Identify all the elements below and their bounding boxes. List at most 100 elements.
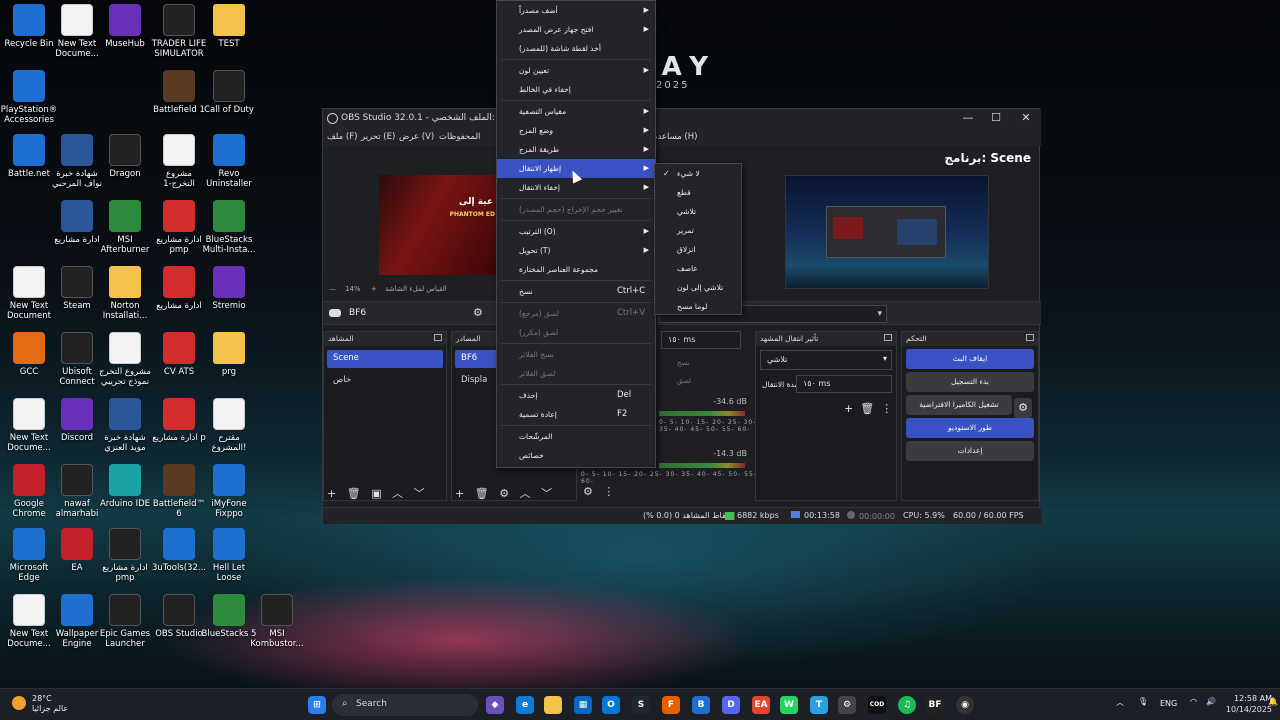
desktop-icon[interactable]: Call of Duty [200, 70, 258, 115]
menu-file[interactable]: ملف (F) [327, 132, 357, 142]
menu-edit[interactable]: تحرير (E) [361, 132, 395, 142]
virtual-camera-button[interactable]: تشغيل الكاميرا الافتراضية [906, 395, 1012, 415]
desktop-icon[interactable]: prg [200, 332, 258, 377]
notification-bell-icon[interactable]: 🔔 [1268, 697, 1278, 706]
context-menu-item[interactable]: مجموعة العناصر المختارة [497, 260, 655, 279]
desktop-icon[interactable]: Epic Games Launcher [96, 594, 154, 649]
studio-mode-button[interactable]: طور الاستوديو [906, 418, 1034, 438]
network-icon[interactable]: ◠ [1190, 697, 1197, 706]
mixer-settings-icon[interactable]: ⚙ [583, 485, 593, 498]
desktop-icon[interactable]: Norton Installati... [96, 266, 154, 321]
search-box[interactable]: ⌕ Search [332, 694, 478, 716]
mixer-copy[interactable]: نسخ [677, 359, 690, 367]
context-menu-item[interactable]: طريقة المزج ▶ [497, 140, 655, 159]
context-menu-item[interactable]: إخفاء في الخالط [497, 80, 655, 99]
battlenet-icon[interactable]: B [692, 696, 710, 714]
minimize-icon[interactable]: — [953, 111, 983, 124]
desktop-icon[interactable]: ادارة مشاريع pmp [96, 528, 154, 583]
volume-icon[interactable]: 🔊 [1206, 697, 1216, 706]
battlefield-icon[interactable]: BF [926, 696, 944, 714]
move-down-icon[interactable]: ﹀ [414, 487, 425, 500]
context-menu-item[interactable]: تعيين لون ▶ [497, 61, 655, 80]
desktop-icon[interactable]: Stremio [200, 266, 258, 311]
gear-icon[interactable]: ⚙ [499, 487, 509, 500]
desktop-icon[interactable]: iMyFone Fixppo [200, 464, 258, 519]
transition-option[interactable]: عاصف [655, 259, 741, 278]
zoom-out-button[interactable]: — [329, 285, 336, 293]
transition-option[interactable]: انزلاق [655, 240, 741, 259]
desktop-icon[interactable]: Revo Uninstaller [200, 134, 258, 189]
scene-item[interactable]: Scene [327, 350, 443, 368]
context-menu-item[interactable]: نسخ Ctrl+C [497, 282, 655, 301]
menu-view[interactable]: عرض (V) [399, 132, 434, 142]
language-indicator[interactable]: ENG [1160, 699, 1177, 708]
undock-icon[interactable] [1026, 334, 1034, 341]
undock-icon[interactable] [884, 334, 892, 341]
transition-option[interactable]: تلاشي إلى لون [655, 278, 741, 297]
telegram-icon[interactable]: T [810, 696, 828, 714]
desktop-icon[interactable]: MSI Kombustor... [248, 594, 306, 649]
filter-icon[interactable]: ▣ [371, 487, 381, 500]
add-icon[interactable]: + [327, 487, 336, 500]
add-icon[interactable]: + [844, 402, 853, 415]
desktop-icon[interactable]: شهادة خبرة مويد العنزي [96, 398, 154, 453]
context-menu-item[interactable]: خصائص [497, 446, 655, 465]
more-icon[interactable]: ⋮ [603, 485, 614, 498]
source-properties-gear-icon[interactable]: ⚙ [473, 306, 483, 319]
move-down-icon[interactable]: ﹀ [541, 487, 552, 500]
zoom-in-button[interactable]: + [371, 285, 377, 293]
desktop-icon[interactable]: مقترح المشروع! [200, 398, 258, 453]
maximize-icon[interactable]: ☐ [981, 111, 1011, 124]
context-menu-item[interactable]: مقياس التصفية ▶ [497, 102, 655, 121]
scene-item[interactable]: خاص [327, 372, 443, 390]
file-explorer-icon[interactable] [544, 696, 562, 714]
context-menu-item[interactable]: الترتيب (O) ▶ [497, 222, 655, 241]
outlook-icon[interactable]: O [602, 696, 620, 714]
edge-icon[interactable]: e [516, 696, 534, 714]
obs-taskbar-icon[interactable]: ◉ [956, 696, 974, 714]
clock[interactable]: 12:58 AM 10/14/2025 [1222, 693, 1272, 715]
trash-icon[interactable]: 🗑 [347, 487, 361, 500]
transition-option[interactable]: قطع [655, 183, 741, 202]
context-menu-item[interactable]: افتح جهاز عرض المصدر ▶ [497, 20, 655, 39]
context-menu-item[interactable]: أضف مصدراً ▶ [497, 1, 655, 20]
start-button[interactable]: ⊞ [308, 696, 326, 714]
settings-button[interactable]: إعدادات [906, 441, 1034, 461]
menu-profile[interactable]: المحفوظات [439, 132, 480, 142]
chevron-up-icon[interactable]: ︿ [1116, 697, 1124, 708]
desktop-icon[interactable]: BlueStacks Multi-Insta... [200, 200, 258, 255]
call-of-duty-icon[interactable]: COD [868, 696, 886, 714]
close-icon[interactable]: ✕ [1011, 111, 1041, 124]
context-menu-item[interactable]: إعادة تسمية F2 [497, 405, 655, 424]
duration-input[interactable]: ١٥٠ ms [796, 375, 892, 393]
steam-icon[interactable]: S [632, 696, 650, 714]
ea-icon[interactable]: EA [752, 696, 770, 714]
preview-canvas[interactable]: عية إلى PHANTOM ED [379, 175, 499, 275]
virtual-camera-settings-icon[interactable]: ⚙ [1014, 398, 1032, 418]
desktop-icon[interactable]: MuseHub [96, 4, 154, 49]
transition-option[interactable]: لوما مسح [655, 297, 741, 316]
move-up-icon[interactable]: ︿ [392, 487, 403, 500]
discord-icon[interactable]: D [722, 696, 740, 714]
copilot-icon[interactable]: ◆ [486, 696, 504, 714]
transition-select[interactable]: تلاشي ▾ [760, 350, 892, 370]
spotify-icon[interactable]: ♫ [898, 696, 916, 714]
context-menu-item[interactable]: تحويل (T) ▶ [497, 241, 655, 260]
store-icon[interactable]: ▦ [574, 696, 592, 714]
context-menu-item[interactable]: إحذف Del [497, 386, 655, 405]
menu-help[interactable]: مساعدة (H) [653, 132, 697, 142]
move-up-icon[interactable]: ︿ [520, 487, 531, 500]
add-icon[interactable]: + [455, 487, 464, 500]
desktop-icon[interactable]: Dragon [96, 134, 154, 179]
duration-field[interactable]: ١٥٠ ms [661, 331, 741, 349]
context-menu-item[interactable]: أخذ لقطة شاشة (للمصدر) [497, 39, 655, 58]
transition-option[interactable]: تلاشي [655, 202, 741, 221]
firefox-icon[interactable]: F [662, 696, 680, 714]
desktop-icon[interactable]: Hell Let Loose [200, 528, 258, 583]
more-icon[interactable]: ⋮ [881, 402, 892, 415]
context-menu-item[interactable]: وضع المزج ▶ [497, 121, 655, 140]
start-recording-button[interactable]: بدء التسجيل [906, 372, 1034, 392]
zoom-hint[interactable]: القياس لملء الشاشة [385, 285, 447, 293]
transition-option[interactable]: ✓ لا شيء [655, 164, 741, 183]
stop-streaming-button[interactable]: ايقاف البث [906, 349, 1034, 369]
